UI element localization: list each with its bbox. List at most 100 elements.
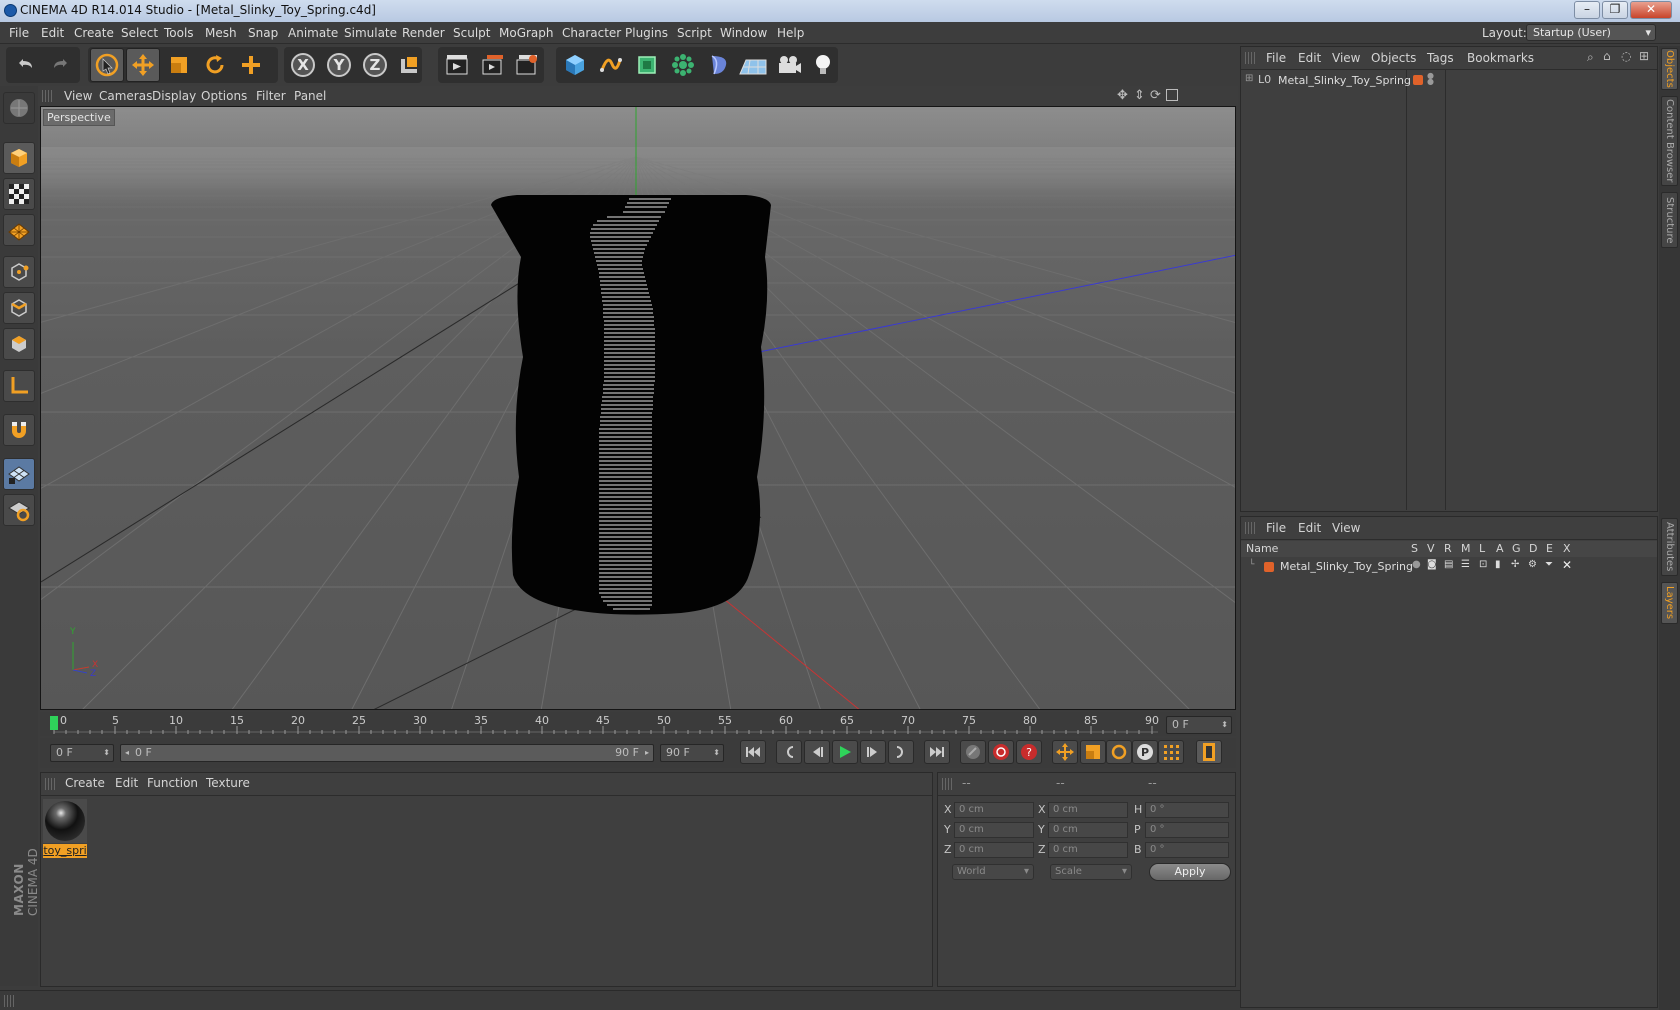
key-scale-button[interactable]	[1080, 740, 1106, 764]
render-toggle-icon[interactable]: ▤	[1444, 559, 1453, 570]
perspective-viewport[interactable]: Perspective Y X Z	[40, 106, 1236, 710]
previous-key-button[interactable]	[776, 740, 802, 764]
edges-mode-icon[interactable]	[3, 292, 35, 324]
menu-simulate[interactable]: Simulate	[344, 26, 397, 40]
current-frame-field[interactable]: 0 F ⬍	[1166, 716, 1232, 734]
render-picture-viewer-icon[interactable]	[476, 48, 510, 82]
planar-workplane-icon[interactable]	[3, 494, 35, 526]
key-rotation-button[interactable]	[1106, 740, 1132, 764]
panel-grip-icon[interactable]	[45, 778, 55, 790]
layer-color-tag[interactable]	[1413, 75, 1423, 85]
objects-menu-view[interactable]: View	[1332, 51, 1360, 65]
layers-menu-view[interactable]: View	[1332, 521, 1360, 535]
range-right-arrow-icon[interactable]: ▸	[645, 745, 649, 761]
material-name[interactable]: toy_spri	[43, 844, 87, 858]
objects-menu-objects[interactable]: Objects	[1371, 51, 1416, 65]
object-name[interactable]: Metal_Slinky_Toy_Spring	[1278, 74, 1411, 87]
workplane-mode-icon[interactable]	[3, 214, 35, 246]
panel-grip-icon[interactable]	[4, 995, 14, 1007]
light-icon[interactable]	[806, 48, 840, 82]
viewport-menu-cameras[interactable]: Cameras	[99, 89, 152, 103]
menu-help[interactable]: Help	[777, 26, 804, 40]
tab-attributes[interactable]: Attributes	[1661, 518, 1678, 576]
column-name[interactable]: Name	[1246, 542, 1278, 555]
tab-structure[interactable]: Structure	[1661, 192, 1678, 248]
key-position-button[interactable]	[1052, 740, 1078, 764]
column-animation[interactable]: A	[1496, 542, 1504, 555]
rot-h-field[interactable]: 0 °	[1145, 802, 1229, 818]
panel-grip-icon[interactable]	[1245, 522, 1255, 534]
nurbs-icon[interactable]	[630, 48, 664, 82]
camera-icon[interactable]	[772, 48, 806, 82]
menu-mograph[interactable]: MoGraph	[499, 26, 554, 40]
zoom-view-icon[interactable]: ⇕	[1134, 88, 1145, 103]
viewport-menu-panel[interactable]: Panel	[294, 89, 326, 103]
expand-icon[interactable]: ⊞	[1245, 73, 1253, 84]
playhead-marker[interactable]	[50, 716, 58, 730]
scale-icon[interactable]	[162, 48, 196, 82]
make-editable-icon[interactable]	[3, 92, 35, 124]
key-pla-button[interactable]	[1158, 740, 1184, 764]
rotate-icon[interactable]	[198, 48, 232, 82]
menu-script[interactable]: Script	[677, 26, 712, 40]
texture-mode-icon[interactable]	[3, 178, 35, 210]
material-menu-function[interactable]: Function	[147, 776, 198, 790]
slinky-spring-object[interactable]	[491, 195, 771, 615]
previous-frame-button[interactable]	[804, 740, 830, 764]
material-menu-create[interactable]: Create	[65, 776, 105, 790]
rot-b-field[interactable]: 0 °	[1145, 842, 1229, 858]
tab-layers[interactable]: Layers	[1661, 582, 1678, 624]
column-view[interactable]: V	[1427, 542, 1435, 555]
material-menu-edit[interactable]: Edit	[115, 776, 138, 790]
menu-character[interactable]: Character	[562, 26, 621, 40]
column-deformers[interactable]: D	[1529, 542, 1537, 555]
toggle-views-icon[interactable]	[1166, 89, 1178, 101]
go-to-end-button[interactable]	[924, 740, 950, 764]
objects-menu-edit[interactable]: Edit	[1298, 51, 1321, 65]
array-icon[interactable]	[666, 48, 700, 82]
column-render[interactable]: R	[1444, 542, 1452, 555]
size-x-field[interactable]: 0 cm	[1048, 802, 1128, 818]
add-icon[interactable]	[234, 48, 268, 82]
autokey-button[interactable]: ?	[1016, 740, 1042, 764]
maximize-button[interactable]: ❐	[1602, 1, 1628, 19]
lock-toggle-icon[interactable]: ⊡	[1479, 559, 1487, 570]
world-coord-icon[interactable]	[392, 48, 426, 82]
collapse-icon[interactable]: ◌	[1621, 49, 1631, 63]
home-icon[interactable]: ⌂	[1603, 49, 1611, 63]
viewport-menu-filter[interactable]: Filter	[256, 89, 286, 103]
column-locked[interactable]: L	[1479, 542, 1485, 555]
stepper-icon[interactable]: ⬍	[103, 745, 110, 761]
menu-select[interactable]: Select	[121, 26, 158, 40]
menu-create[interactable]: Create	[74, 26, 114, 40]
undo-icon[interactable]	[8, 48, 42, 82]
layers-menu-file[interactable]: File	[1266, 521, 1286, 535]
search-icon[interactable]: ⌕	[1587, 50, 1594, 65]
xrefs-toggle-icon[interactable]: ✕	[1562, 558, 1572, 572]
play-button[interactable]	[832, 740, 858, 764]
manager-toggle-icon[interactable]: ☰	[1461, 559, 1470, 570]
minimize-button[interactable]: –	[1574, 1, 1600, 19]
size-y-field[interactable]: 0 cm	[1048, 822, 1128, 838]
menu-render[interactable]: Render	[402, 26, 445, 40]
layer-row[interactable]: └ Metal_Slinky_Toy_Spring ● ◙ ▤ ☰ ⊡ ▮ ✢ …	[1241, 558, 1657, 575]
menu-window[interactable]: Window	[720, 26, 767, 40]
column-manager[interactable]: M	[1461, 542, 1471, 555]
live-select-icon[interactable]	[90, 48, 124, 82]
rotate-view-icon[interactable]: ⟳	[1150, 88, 1161, 103]
timeline-ruler[interactable]: 0 5 10 15 20 25 30 35 40 45 50 55 60 65 …	[40, 712, 1236, 736]
menu-mesh[interactable]: Mesh	[205, 26, 237, 40]
animation-toggle-icon[interactable]: ▮	[1495, 559, 1501, 570]
pos-y-field[interactable]: 0 cm	[954, 822, 1034, 838]
column-solo[interactable]: S	[1411, 542, 1418, 555]
model-mode-icon[interactable]	[3, 142, 35, 174]
panel-grip-icon[interactable]	[942, 778, 952, 790]
stepper-icon[interactable]: ⬍	[713, 745, 720, 761]
layers-menu-edit[interactable]: Edit	[1298, 521, 1321, 535]
new-window-icon[interactable]: ⊞	[1639, 49, 1649, 63]
spline-icon[interactable]	[594, 48, 628, 82]
expressions-toggle-icon[interactable]: ⏷	[1545, 559, 1553, 570]
objects-menu-file[interactable]: File	[1266, 51, 1286, 65]
layer-name[interactable]: Metal_Slinky_Toy_Spring	[1280, 560, 1413, 573]
column-xrefs[interactable]: X	[1563, 542, 1571, 555]
